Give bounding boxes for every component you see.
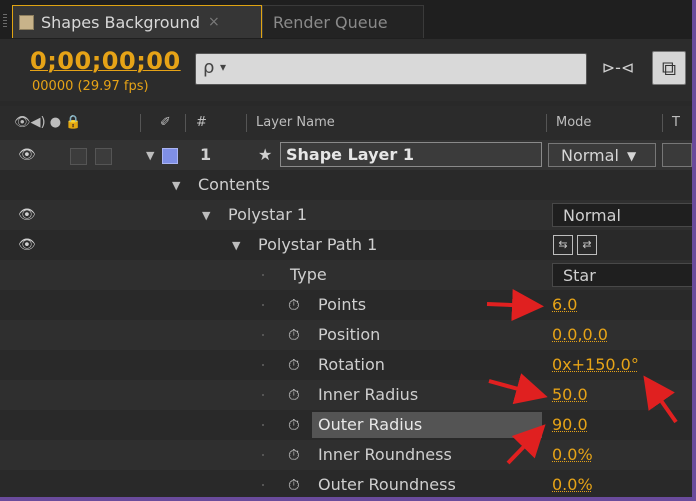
annotation-arrows (486, 289, 678, 465)
timeline-panel: Shapes Background × Render Queue 0;00;00… (0, 0, 692, 497)
arrow-to-points (486, 289, 544, 322)
arrow-to-inner-radius (488, 373, 548, 405)
arrow-to-rotation (643, 375, 678, 424)
arrow-to-outer-radius (506, 424, 546, 465)
